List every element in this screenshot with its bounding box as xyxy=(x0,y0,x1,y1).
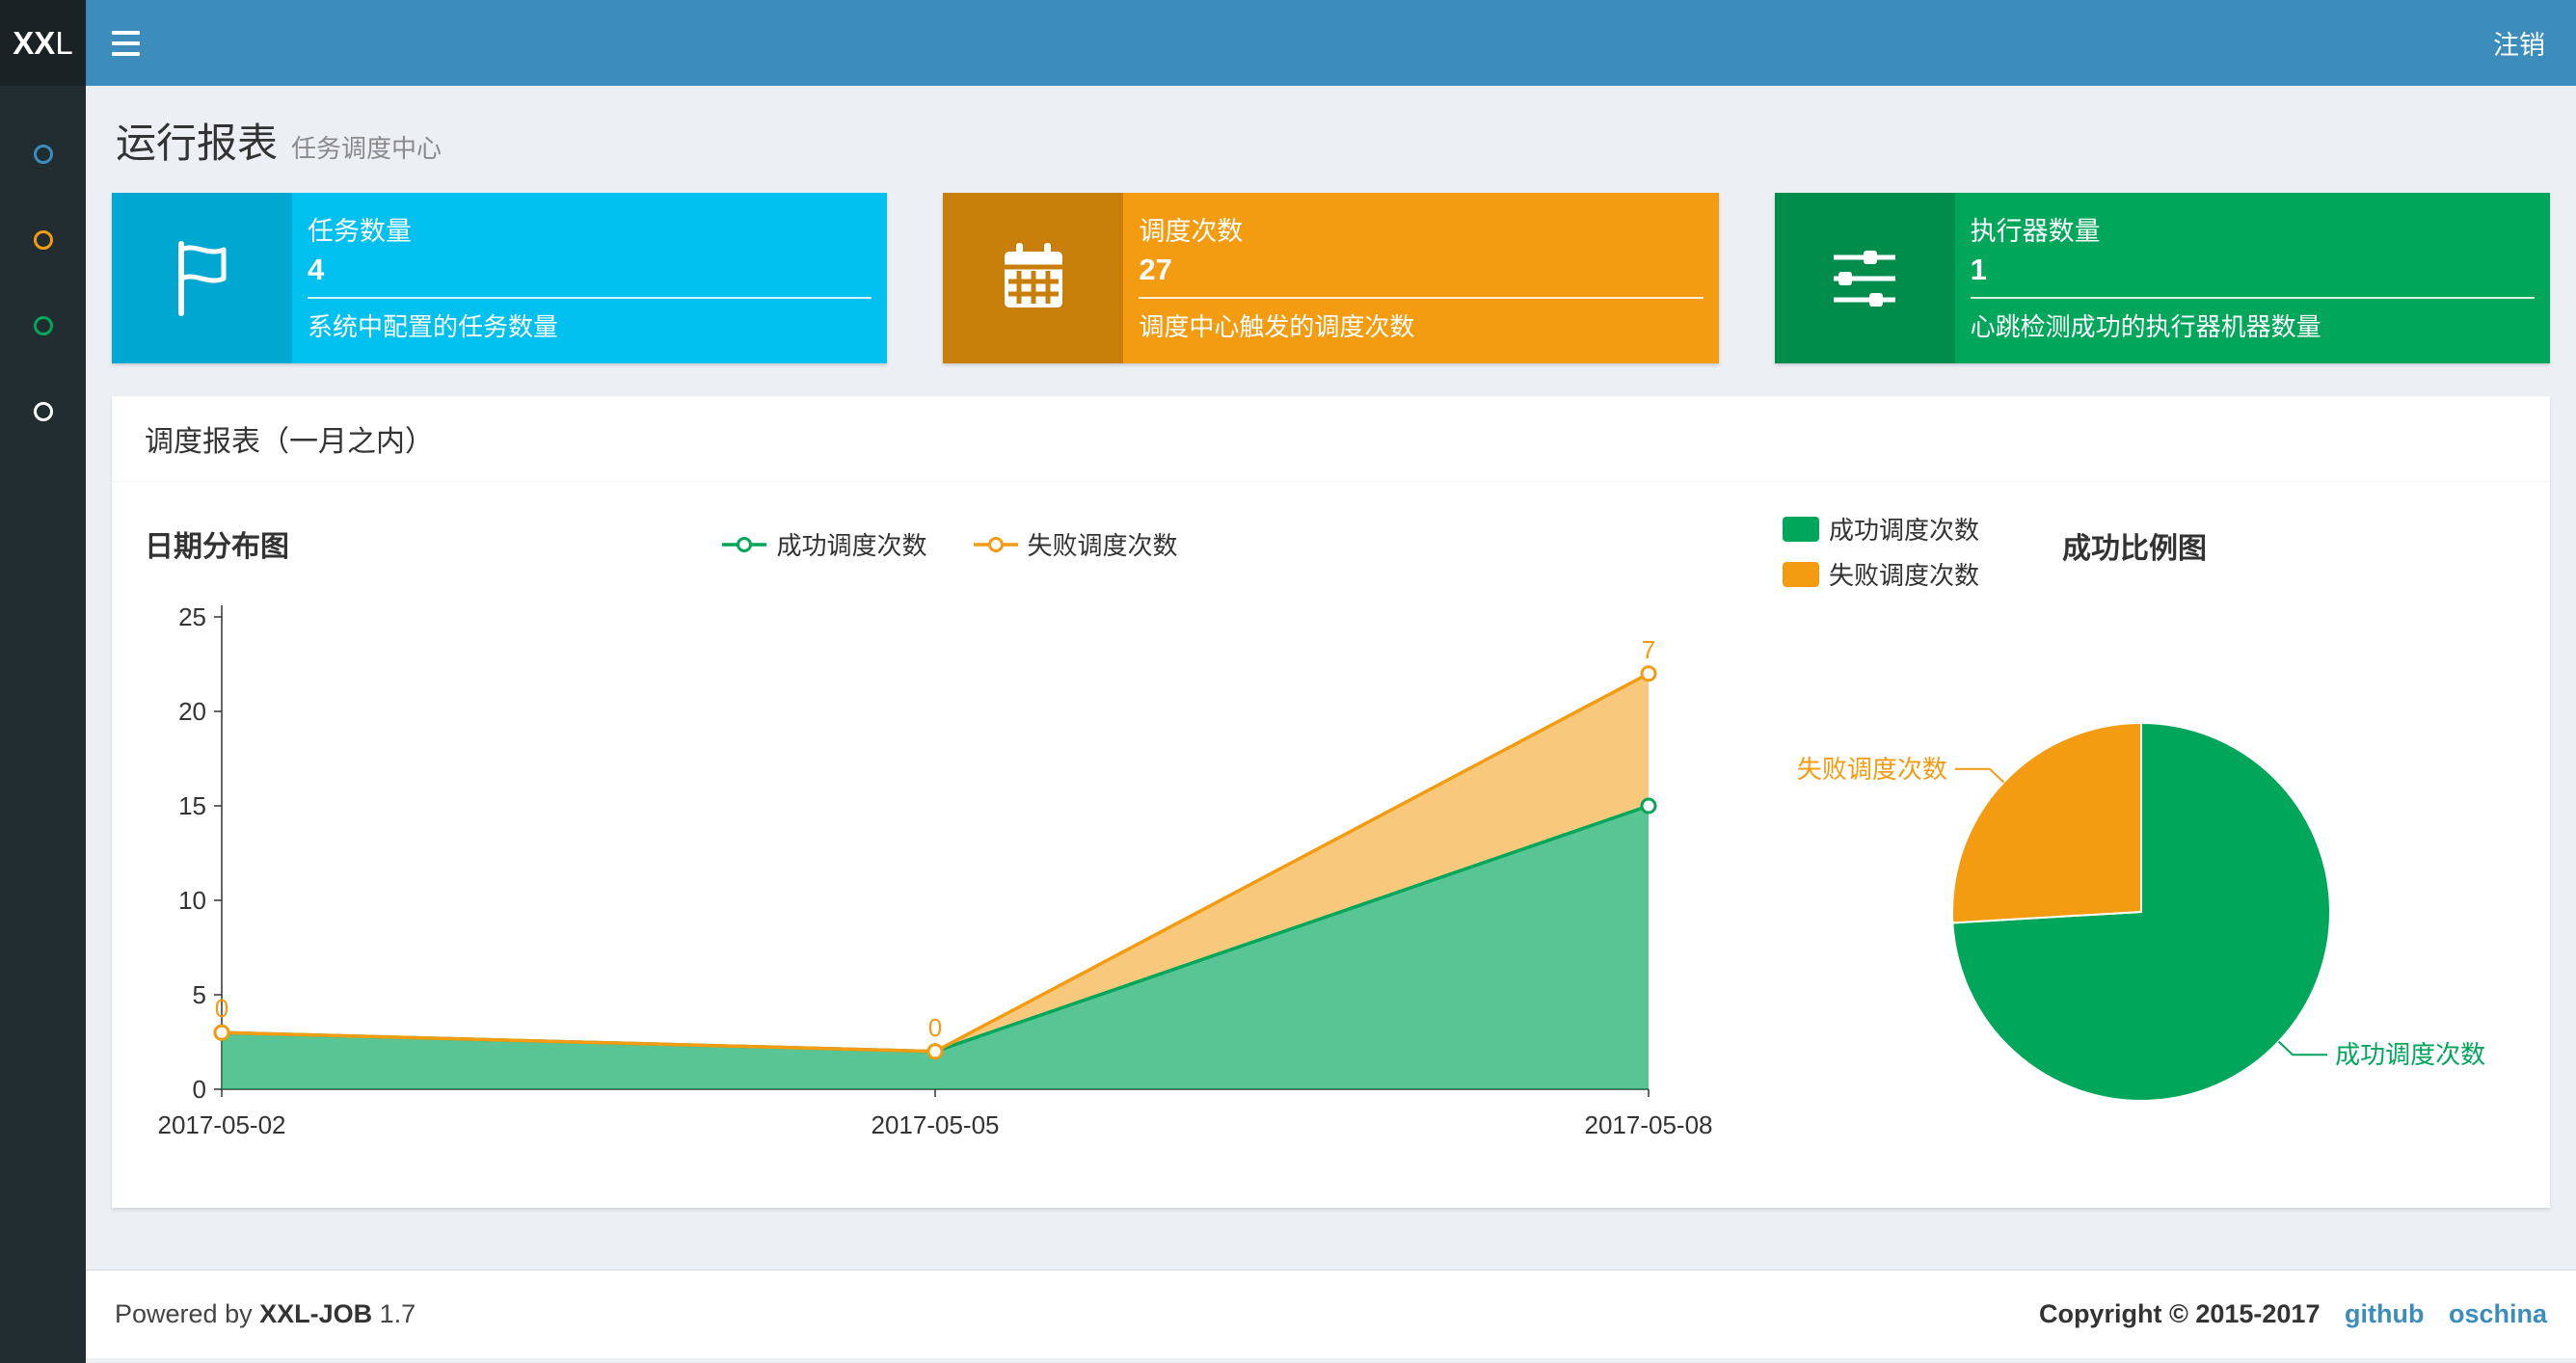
footer: Powered by XXL-JOB 1.7 Copyright © 2015-… xyxy=(86,1269,2576,1358)
info-box-jobs: 任务数量 4 系统中配置的任务数量 xyxy=(112,193,888,363)
logout-link[interactable]: 注销 xyxy=(2493,24,2545,62)
main-content: 运行报表 任务调度中心 任务数量 4 系统中配置的任务数量 调度次数 27 调度… xyxy=(86,86,2576,1358)
info-box-description: 系统中配置的任务数量 xyxy=(308,312,559,341)
legend-line-marker-icon xyxy=(722,536,767,552)
panel-body: 日期分布图 成功调度次数 失败调度次数 0 5 10 15 20 25 2017… xyxy=(112,482,2550,1208)
circle-icon xyxy=(33,229,53,250)
legend-swatch-icon xyxy=(1783,561,1819,587)
svg-text:25: 25 xyxy=(178,602,206,631)
info-box-icon-area xyxy=(943,193,1124,363)
sidebar xyxy=(0,86,86,1363)
pie-chart-header: 成功调度次数 失败调度次数 成功比例图 xyxy=(1756,507,2517,613)
success-ratio-chart[interactable]: 成功调度次数 失败调度次数 xyxy=(1756,613,2517,1153)
info-box-body: 执行器数量 1 心跳检测成功的执行器机器数量 xyxy=(1955,193,2550,363)
info-box-description: 调度中心触发的调度次数 xyxy=(1139,312,1415,341)
pie-chart-legend: 成功调度次数 失败调度次数 xyxy=(1783,511,1979,592)
svg-text:0: 0 xyxy=(928,1013,942,1042)
hamburger-icon xyxy=(111,40,140,45)
date-distribution-section: 日期分布图 成功调度次数 失败调度次数 0 5 10 15 20 25 2017… xyxy=(145,499,1756,1181)
info-box-icon-area xyxy=(1774,193,1955,363)
svg-text:20: 20 xyxy=(178,697,206,726)
powered-by-prefix: Powered by xyxy=(115,1299,253,1328)
info-box-executors: 执行器数量 1 心跳检测成功的执行器机器数量 xyxy=(1774,193,2550,363)
navbar-right: 注销 xyxy=(2493,0,2576,86)
info-box-divider xyxy=(308,297,872,299)
app-name: XXL-JOB xyxy=(259,1299,373,1328)
svg-text:0: 0 xyxy=(193,1075,206,1104)
powered-by: Powered by XXL-JOB 1.7 xyxy=(115,1299,416,1329)
hamburger-icon xyxy=(111,30,140,35)
info-box-title: 任务数量 xyxy=(308,217,412,246)
info-box-divider xyxy=(1970,297,2535,299)
legend-swatch-icon xyxy=(1783,516,1819,542)
legend-item-fail[interactable]: 失败调度次数 xyxy=(973,526,1178,562)
svg-text:10: 10 xyxy=(178,886,206,915)
svg-text:7: 7 xyxy=(1642,635,1655,664)
legend-line-marker-icon xyxy=(973,536,1018,552)
line-chart-title: 日期分布图 xyxy=(145,531,289,563)
circle-icon xyxy=(33,144,53,164)
sliders-icon xyxy=(1834,250,1896,307)
info-box-number: 4 xyxy=(308,253,325,286)
legend-item-fail[interactable]: 失败调度次数 xyxy=(1783,556,1979,592)
svg-text:成功调度次数: 成功调度次数 xyxy=(2335,1040,2485,1069)
info-box-description: 心跳检测成功的执行器机器数量 xyxy=(1970,312,2321,341)
info-box-title: 调度次数 xyxy=(1139,217,1244,246)
success-ratio-section: 成功调度次数 失败调度次数 成功比例图 成功调度次数 失败调度次数 xyxy=(1756,499,2517,1181)
svg-text:2017-05-05: 2017-05-05 xyxy=(872,1110,1000,1139)
line-chart-legend: 成功调度次数 失败调度次数 xyxy=(145,507,1756,562)
legend-label: 失败调度次数 xyxy=(1829,561,1980,590)
calendar-icon xyxy=(1004,242,1062,307)
info-box-icon-area xyxy=(112,193,292,363)
info-box-divider xyxy=(1139,297,1704,299)
info-box-triggers: 调度次数 27 调度中心触发的调度次数 xyxy=(943,193,1719,363)
sidebar-item-1[interactable] xyxy=(0,111,86,197)
pie-chart-title: 成功比例图 xyxy=(2062,533,2207,565)
logo[interactable]: XX L xyxy=(0,0,86,86)
logo-text-rest: L xyxy=(55,24,73,61)
info-box-number: 27 xyxy=(1139,253,1172,286)
sidebar-item-2[interactable] xyxy=(0,197,86,282)
top-navbar: XX L 注销 xyxy=(0,0,2576,86)
svg-text:失败调度次数: 失败调度次数 xyxy=(1797,755,1947,784)
sidebar-item-3[interactable] xyxy=(0,282,86,368)
info-box-body: 任务数量 4 系统中配置的任务数量 xyxy=(292,193,887,363)
circle-icon xyxy=(33,315,53,335)
legend-label: 失败调度次数 xyxy=(1027,531,1178,560)
date-distribution-chart[interactable]: 05101520252017-05-02 2017-05-05 2017-05-08… xyxy=(145,588,1726,1176)
circle-icon xyxy=(33,401,53,421)
svg-text:5: 5 xyxy=(193,980,206,1009)
github-link[interactable]: github xyxy=(2345,1299,2424,1328)
oschina-link[interactable]: oschina xyxy=(2449,1299,2547,1328)
footer-right: Copyright © 2015-2017 github oschina xyxy=(2039,1299,2547,1329)
svg-text:0: 0 xyxy=(215,994,228,1023)
legend-label: 成功调度次数 xyxy=(776,531,927,560)
report-panel: 调度报表（一月之内） 日期分布图 成功调度次数 失败调度次数 0 5 10 15… xyxy=(112,396,2550,1208)
panel-title: 调度报表（一月之内） xyxy=(112,396,2550,482)
info-box-body: 调度次数 27 调度中心触发的调度次数 xyxy=(1123,193,1718,363)
page-subtitle: 任务调度中心 xyxy=(291,134,443,163)
page-title: 运行报表 xyxy=(116,120,279,166)
page-header: 运行报表 任务调度中心 xyxy=(86,86,2576,193)
line-chart-header: 日期分布图 成功调度次数 失败调度次数 xyxy=(145,507,1756,588)
svg-text:2017-05-08: 2017-05-08 xyxy=(1585,1110,1713,1139)
hamburger-icon xyxy=(111,51,140,56)
svg-text:2017-05-02: 2017-05-02 xyxy=(158,1110,286,1139)
flag-icon xyxy=(177,240,226,316)
logo-text-bold: XX xyxy=(13,24,56,61)
copyright-text: Copyright © 2015-2017 xyxy=(2038,1299,2321,1328)
info-box-row: 任务数量 4 系统中配置的任务数量 调度次数 27 调度中心触发的调度次数 执行… xyxy=(86,193,2576,363)
info-box-title: 执行器数量 xyxy=(1970,217,2101,246)
legend-label: 成功调度次数 xyxy=(1829,516,1980,545)
sidebar-item-4[interactable] xyxy=(0,368,86,454)
legend-item-success[interactable]: 成功调度次数 xyxy=(1783,511,1979,547)
svg-text:15: 15 xyxy=(178,791,206,820)
info-box-number: 1 xyxy=(1970,253,1987,286)
sidebar-toggle-button[interactable] xyxy=(86,0,165,86)
legend-item-success[interactable]: 成功调度次数 xyxy=(722,526,927,562)
app-version: 1.7 xyxy=(379,1299,416,1328)
